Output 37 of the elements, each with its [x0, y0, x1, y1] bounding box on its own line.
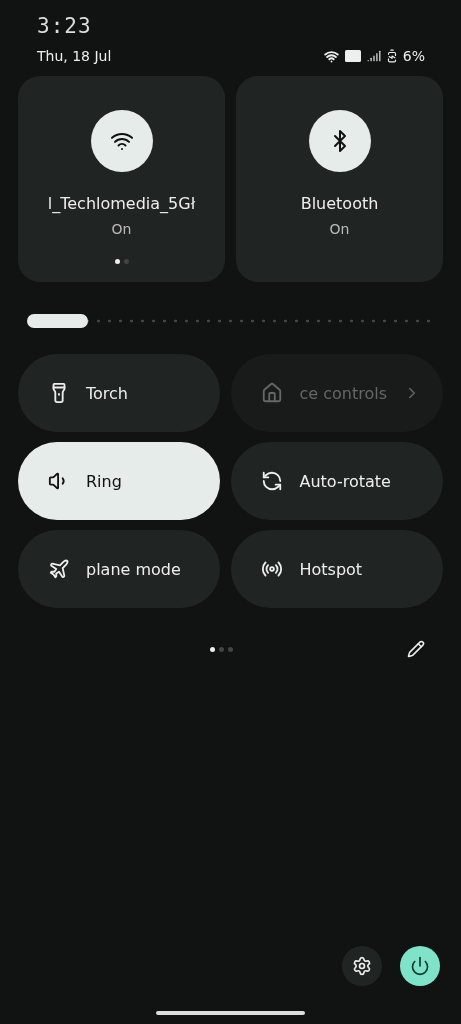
tile-title: Bluetooth: [300, 194, 379, 213]
airplane-icon: [48, 558, 70, 580]
volte-icon: [344, 50, 361, 62]
gear-icon: [352, 956, 372, 976]
date: Thu, 18 Jul: [37, 48, 113, 64]
page-dot[interactable]: [219, 646, 224, 652]
tile-label: Ring: [86, 471, 123, 491]
tile-button[interactable]: Hotspot: [231, 530, 443, 608]
clock: 3:23: [37, 14, 93, 38]
power-icon: [410, 956, 430, 976]
settings-button[interactable]: [342, 946, 382, 986]
tile-label: Hotspot: [299, 559, 364, 579]
tile-button[interactable]: Auto-rotate: [231, 442, 443, 520]
home-icon: [261, 382, 284, 404]
page-dot[interactable]: [114, 259, 120, 264]
page-dot[interactable]: [210, 646, 215, 652]
page-dot[interactable]: [228, 646, 233, 652]
tile-card[interactable]: l_Techlomedia_5Gł On: [18, 76, 225, 282]
power-button[interactable]: [400, 946, 440, 986]
tile-label: ce controls: [299, 383, 387, 403]
edit-icon[interactable]: [407, 640, 425, 658]
tile-button[interactable]: Torch: [18, 354, 221, 432]
page-dot[interactable]: [123, 259, 129, 264]
tile-label: plane mode: [86, 559, 182, 579]
slider-fill[interactable]: [27, 314, 88, 328]
tile-button[interactable]: Ring: [18, 442, 221, 520]
signal-icon: [366, 49, 381, 63]
tile-label: Auto-rotate: [299, 471, 392, 491]
wifi-icon: [323, 48, 339, 64]
tile-card[interactable]: Bluetooth On: [236, 76, 443, 282]
tile-title: l_Techlomedia_5Gł: [47, 194, 196, 213]
tile-button[interactable]: plane mode: [18, 530, 221, 608]
tile-status: On: [329, 221, 350, 237]
rotate-icon: [261, 470, 284, 492]
battery-level: 6%: [402, 48, 425, 64]
tile-label: Torch: [86, 383, 129, 403]
tile-status: On: [111, 221, 132, 237]
